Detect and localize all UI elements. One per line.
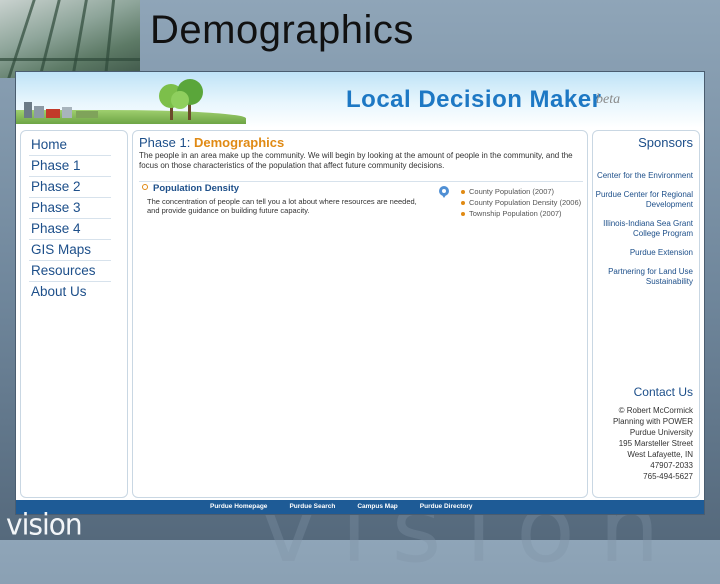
- section-bullet-icon: [142, 184, 148, 190]
- nav-item-resources[interactable]: Resources: [29, 261, 111, 282]
- layer-item[interactable]: County Population (2007): [459, 187, 581, 196]
- intro-text: The people in an area make up the commun…: [139, 151, 573, 170]
- nav-item-home[interactable]: Home: [29, 135, 111, 156]
- nav-item-phase-1[interactable]: Phase 1: [29, 156, 111, 177]
- nav-item-about-us[interactable]: About Us: [29, 282, 111, 302]
- nav-item-phase-4[interactable]: Phase 4: [29, 219, 111, 240]
- page-heading-prefix: Phase 1:: [139, 135, 191, 150]
- contact-line: © Robert McCormick: [618, 406, 693, 415]
- vision-logo: vision: [6, 507, 83, 542]
- nav-item-gis-maps[interactable]: GIS Maps: [29, 240, 111, 261]
- footer-bar: Purdue Homepage Purdue Search Campus Map…: [16, 500, 704, 514]
- contact-details: © Robert McCormick Planning with POWER P…: [593, 405, 693, 482]
- page-heading-accent: Demographics: [193, 135, 285, 150]
- contact-line: Purdue University: [629, 428, 693, 437]
- footer-link-purdue-search[interactable]: Purdue Search: [289, 500, 335, 514]
- sponsor-link[interactable]: Purdue Extension: [593, 248, 693, 258]
- left-navigation: Home Phase 1 Phase 2 Phase 3 Phase 4 GIS…: [20, 130, 128, 498]
- right-sidebar: Sponsors Center for the Environment Purd…: [592, 130, 700, 498]
- footer-link-purdue-homepage[interactable]: Purdue Homepage: [210, 500, 267, 514]
- sponsor-link[interactable]: Illinois-Indiana Sea Grant College Progr…: [593, 219, 693, 239]
- app-banner: Local Decision Maker beta: [16, 72, 704, 128]
- section-text: The concentration of people can tell you…: [147, 197, 417, 215]
- sponsor-list: Center for the Environment Purdue Center…: [593, 171, 693, 296]
- beta-label: beta: [596, 92, 621, 107]
- page-heading: Phase 1: Demographics: [139, 135, 284, 150]
- sponsor-link[interactable]: Center for the Environment: [593, 171, 693, 181]
- map-pin-icon[interactable]: [437, 185, 451, 199]
- layer-item[interactable]: County Population Density (2006): [459, 198, 581, 207]
- slide-title: Demographics: [150, 8, 414, 52]
- sponsors-title: Sponsors: [638, 135, 693, 150]
- contact-line: West Lafayette, IN: [627, 450, 693, 459]
- trees-icon: [159, 79, 203, 120]
- contact-line: Planning with POWER: [612, 417, 693, 426]
- nav-item-phase-2[interactable]: Phase 2: [29, 177, 111, 198]
- contact-line: 765-494-5627: [643, 472, 693, 481]
- layer-item[interactable]: Township Population (2007): [459, 209, 581, 218]
- section-title[interactable]: Population Density: [153, 183, 239, 194]
- sponsor-link[interactable]: Partnering for Land Use Sustainability: [593, 267, 693, 287]
- app-window: Local Decision Maker beta Home Phase 1 P…: [16, 72, 704, 514]
- contact-line: 195 Marsteller Street: [618, 439, 693, 448]
- sponsor-link[interactable]: Purdue Center for Regional Development: [593, 190, 693, 210]
- background-photo: [0, 0, 140, 78]
- contact-title[interactable]: Contact Us: [634, 385, 693, 399]
- main-content: Phase 1: Demographics The people in an a…: [132, 130, 588, 498]
- footer-link-purdue-directory[interactable]: Purdue Directory: [420, 500, 473, 514]
- footer-link-campus-map[interactable]: Campus Map: [357, 500, 397, 514]
- nav-item-phase-3[interactable]: Phase 3: [29, 198, 111, 219]
- contact-line: 47907-2033: [650, 461, 693, 470]
- nav-list: Home Phase 1 Phase 2 Phase 3 Phase 4 GIS…: [21, 131, 127, 302]
- layer-list: County Population (2007) County Populati…: [459, 187, 581, 220]
- app-title: Local Decision Maker: [346, 86, 602, 113]
- city-illustration-icon: [24, 102, 98, 118]
